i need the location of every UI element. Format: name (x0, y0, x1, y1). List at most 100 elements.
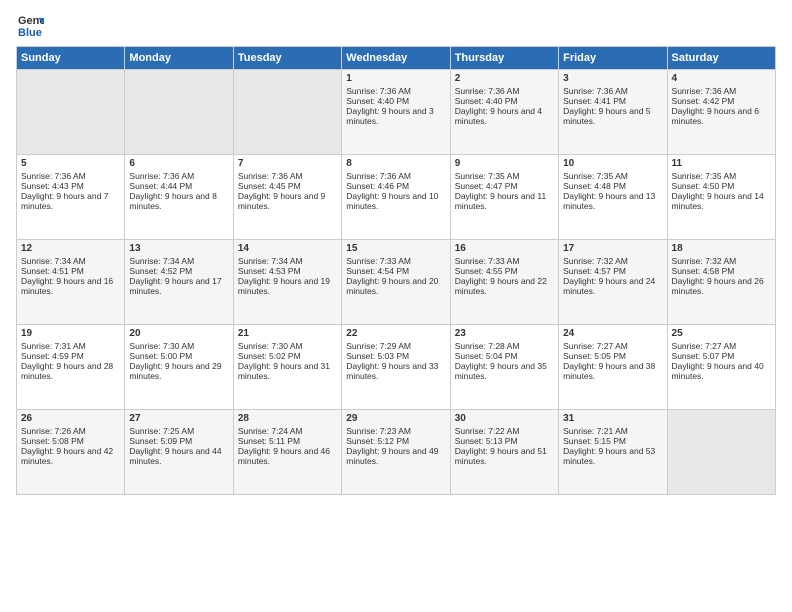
sunset: Sunset: 5:12 PM (346, 436, 409, 446)
calendar-cell: 11Sunrise: 7:35 AMSunset: 4:50 PMDayligh… (667, 155, 775, 240)
sunset: Sunset: 4:59 PM (21, 351, 84, 361)
daylight: Daylight: 9 hours and 3 minutes. (346, 106, 433, 126)
sunrise: Sunrise: 7:32 AM (672, 256, 737, 266)
day-number: 23 (455, 328, 554, 339)
day-number: 12 (21, 243, 120, 254)
day-number: 19 (21, 328, 120, 339)
sunrise: Sunrise: 7:30 AM (129, 341, 194, 351)
daylight: Daylight: 9 hours and 33 minutes. (346, 361, 438, 381)
calendar-cell: 30Sunrise: 7:22 AMSunset: 5:13 PMDayligh… (450, 410, 558, 495)
sunrise: Sunrise: 7:21 AM (563, 426, 628, 436)
day-number: 1 (346, 73, 445, 84)
calendar-cell: 19Sunrise: 7:31 AMSunset: 4:59 PMDayligh… (17, 325, 125, 410)
calendar-cell (125, 70, 233, 155)
sunset: Sunset: 4:48 PM (563, 181, 626, 191)
daylight: Daylight: 9 hours and 51 minutes. (455, 446, 547, 466)
calendar-cell: 26Sunrise: 7:26 AMSunset: 5:08 PMDayligh… (17, 410, 125, 495)
svg-text:Blue: Blue (18, 27, 42, 38)
sunset: Sunset: 5:11 PM (238, 436, 300, 446)
calendar-row: 1Sunrise: 7:36 AMSunset: 4:40 PMDaylight… (17, 70, 776, 155)
calendar-cell: 1Sunrise: 7:36 AMSunset: 4:40 PMDaylight… (342, 70, 450, 155)
day-number: 9 (455, 158, 554, 169)
calendar-cell: 25Sunrise: 7:27 AMSunset: 5:07 PMDayligh… (667, 325, 775, 410)
sunset: Sunset: 4:42 PM (672, 96, 735, 106)
sunrise: Sunrise: 7:26 AM (21, 426, 86, 436)
sunset: Sunset: 5:00 PM (129, 351, 192, 361)
day-number: 21 (238, 328, 337, 339)
sunrise: Sunrise: 7:35 AM (563, 171, 628, 181)
sunrise: Sunrise: 7:34 AM (238, 256, 303, 266)
daylight: Daylight: 9 hours and 26 minutes. (672, 276, 764, 296)
day-number: 14 (238, 243, 337, 254)
daylight: Daylight: 9 hours and 44 minutes. (129, 446, 221, 466)
day-number: 2 (455, 73, 554, 84)
day-header: Tuesday (233, 47, 341, 70)
calendar-cell: 29Sunrise: 7:23 AMSunset: 5:12 PMDayligh… (342, 410, 450, 495)
sunrise: Sunrise: 7:36 AM (129, 171, 194, 181)
day-number: 8 (346, 158, 445, 169)
calendar-table: SundayMondayTuesdayWednesdayThursdayFrid… (16, 46, 776, 495)
daylight: Daylight: 9 hours and 49 minutes. (346, 446, 438, 466)
sunrise: Sunrise: 7:34 AM (129, 256, 194, 266)
calendar-cell: 6Sunrise: 7:36 AMSunset: 4:44 PMDaylight… (125, 155, 233, 240)
daylight: Daylight: 9 hours and 53 minutes. (563, 446, 655, 466)
sunset: Sunset: 5:15 PM (563, 436, 626, 446)
day-header: Monday (125, 47, 233, 70)
sunset: Sunset: 4:46 PM (346, 181, 409, 191)
calendar-cell: 31 Sunrise: 7:21 AMSunset: 5:15 PMDayligh… (559, 410, 667, 495)
day-header: Sunday (17, 47, 125, 70)
sunset: Sunset: 4:43 PM (21, 181, 84, 191)
sunset: Sunset: 5:08 PM (21, 436, 84, 446)
sunset: Sunset: 4:41 PM (563, 96, 626, 106)
sunrise: Sunrise: 7:36 AM (346, 171, 411, 181)
calendar-cell (233, 70, 341, 155)
sunrise: Sunrise: 7:35 AM (672, 171, 737, 181)
daylight: Daylight: 9 hours and 9 minutes. (238, 191, 325, 211)
sunset: Sunset: 4:54 PM (346, 266, 409, 276)
day-number: 31 (563, 413, 662, 424)
sunset: Sunset: 4:52 PM (129, 266, 192, 276)
calendar-cell: 12Sunrise: 7:34 AMSunset: 4:51 PMDayligh… (17, 240, 125, 325)
sunrise: Sunrise: 7:36 AM (455, 86, 520, 96)
day-number: 16 (455, 243, 554, 254)
daylight: Daylight: 9 hours and 46 minutes. (238, 446, 330, 466)
sunrise: Sunrise: 7:29 AM (346, 341, 411, 351)
day-number: 15 (346, 243, 445, 254)
day-number: 6 (129, 158, 228, 169)
calendar-cell: 21Sunrise: 7:30 AMSunset: 5:02 PMDayligh… (233, 325, 341, 410)
calendar-row: 26 Sunrise: 7:26 AMSunset: 5:08 PM Dayligh… (17, 410, 776, 495)
day-number: 4 (672, 73, 771, 84)
day-number: 28 (238, 413, 337, 424)
daylight: Daylight: 9 hours and 14 minutes. (672, 191, 764, 211)
daylight: Daylight: 9 hours and 20 minutes. (346, 276, 438, 296)
sunrise: Sunrise: 7:22 AM (455, 426, 520, 436)
calendar-cell: 22Sunrise: 7:29 AMSunset: 5:03 PMDayligh… (342, 325, 450, 410)
calendar-cell: 2Sunrise: 7:36 AMSunset: 4:40 PMDaylight… (450, 70, 558, 155)
calendar-cell: 23Sunrise: 7:28 AMSunset: 5:04 PMDayligh… (450, 325, 558, 410)
sunrise: Sunrise: 7:33 AM (346, 256, 411, 266)
calendar-cell: 5Sunrise: 7:36 AMSunset: 4:43 PMDaylight… (17, 155, 125, 240)
daylight: Daylight: 9 hours and 28 minutes. (21, 361, 113, 381)
calendar-cell: 15 Sunrise: 7:33 AMSunset: 4:54 PMDayligh… (342, 240, 450, 325)
daylight: Daylight: 9 hours and 4 minutes. (455, 106, 542, 126)
daylight: Daylight: 9 hours and 11 minutes. (455, 191, 547, 211)
daylight: Daylight: 9 hours and 10 minutes. (346, 191, 438, 211)
sunrise: Sunrise: 7:33 AM (455, 256, 520, 266)
calendar-cell: 27Sunrise: 7:25 AMSunset: 5:09 PMDayligh… (125, 410, 233, 495)
sunrise: Sunrise: 7:32 AM (563, 256, 628, 266)
sunrise: Sunrise: 7:24 AM (238, 426, 303, 436)
daylight: Daylight: 9 hours and 29 minutes. (129, 361, 221, 381)
sunset: Sunset: 4:45 PM (238, 181, 301, 191)
calendar-cell: 4Sunrise: 7:36 AMSunset: 4:42 PMDaylight… (667, 70, 775, 155)
day-number: 26 (21, 413, 120, 424)
header: General Blue (16, 10, 776, 38)
calendar-row: 5 Sunrise: 7:36 AM Sunset: 4:43 PM Daylight… (17, 155, 776, 240)
calendar-cell: 14Sunrise: 7:34 AMSunset: 4:53 PMDayligh… (233, 240, 341, 325)
day-number: 5 (21, 158, 120, 169)
sunset: Sunset: 4:57 PM (563, 266, 626, 276)
sunset: Sunset: 4:55 PM (455, 266, 518, 276)
sunset: Sunset: 5:05 PM (563, 351, 626, 361)
calendar-cell: 17Sunrise: 7:32 AMSunset: 4:57 PMDayligh… (559, 240, 667, 325)
calendar-cell: 9Sunrise: 7:35 AMSunset: 4:47 PMDaylight… (450, 155, 558, 240)
sunset: Sunset: 4:44 PM (129, 181, 192, 191)
